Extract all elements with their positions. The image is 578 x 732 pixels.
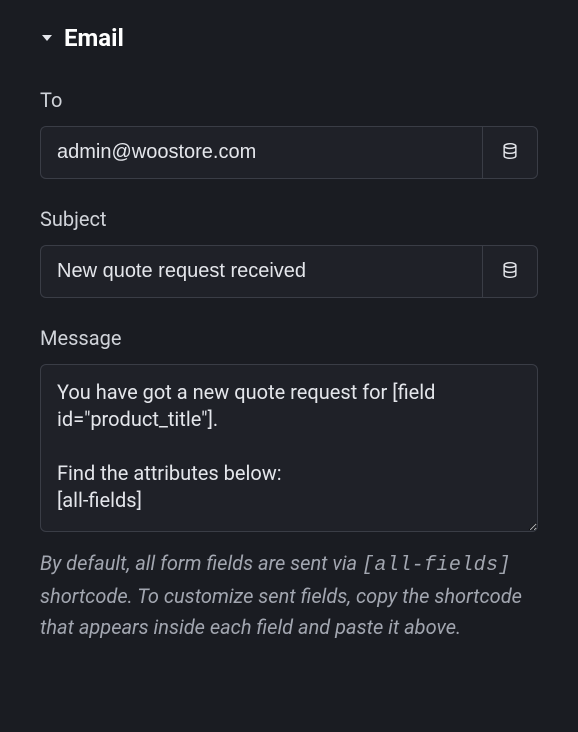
subject-dynamic-data-button[interactable] (482, 245, 538, 298)
help-suffix: shortcode. To customize sent fields, cop… (40, 584, 522, 639)
to-dynamic-data-button[interactable] (482, 126, 538, 179)
to-label: To (40, 88, 538, 112)
to-input[interactable] (40, 126, 482, 179)
database-icon (501, 261, 519, 283)
message-help-text: By default, all form fields are sent via… (40, 548, 538, 643)
field-group-subject: Subject (40, 207, 538, 298)
to-input-row (40, 126, 538, 179)
help-prefix: By default, all form fields are sent via (40, 551, 362, 575)
section-title: Email (64, 24, 124, 52)
subject-input-row (40, 245, 538, 298)
subject-input[interactable] (40, 245, 482, 298)
message-label: Message (40, 326, 538, 350)
section-header-email[interactable]: Email (40, 24, 538, 52)
help-shortcode: [all-fields] (362, 554, 511, 577)
database-icon (501, 142, 519, 164)
subject-label: Subject (40, 207, 538, 231)
message-textarea[interactable] (40, 364, 538, 532)
caret-down-icon (40, 31, 54, 45)
field-group-to: To (40, 88, 538, 179)
field-group-message: Message By default, all form fields are … (40, 326, 538, 643)
email-settings-panel: Email To Subject (0, 0, 578, 695)
